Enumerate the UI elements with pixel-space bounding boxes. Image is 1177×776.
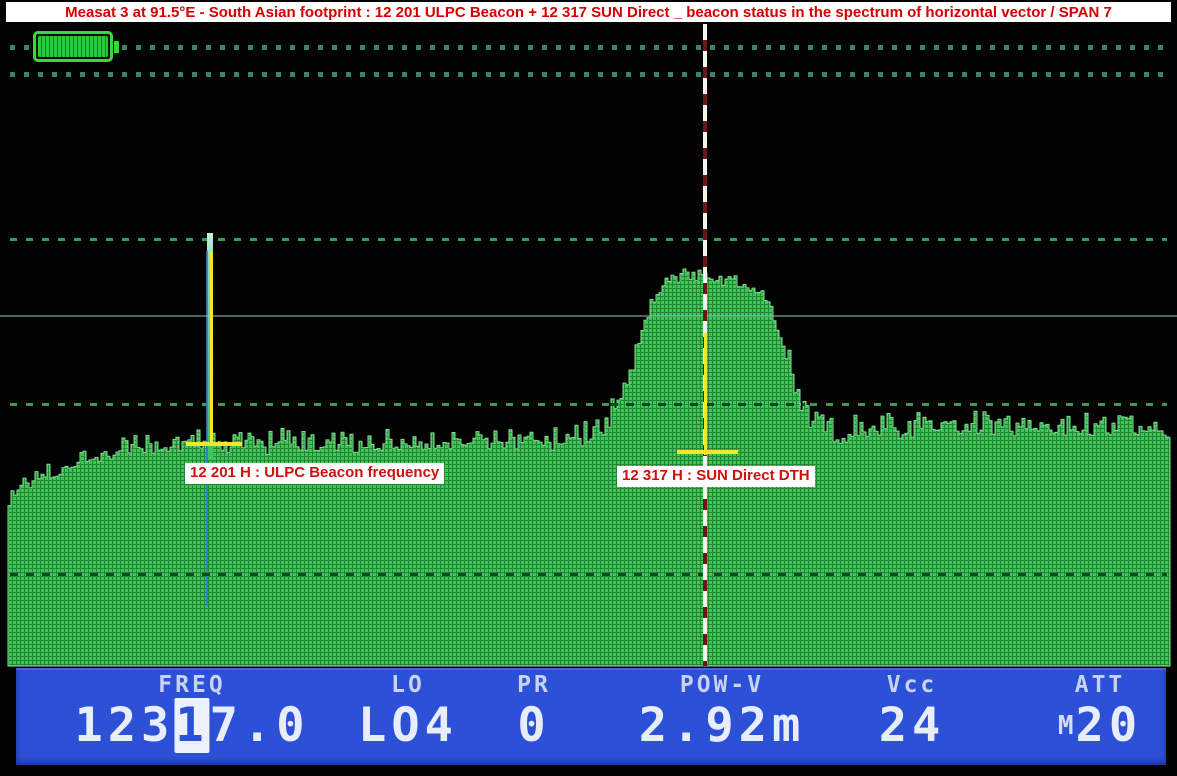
status-field-pow-v: POW-V 2.92m [639,673,805,752]
sundirect-annotation-label: 12 317 H : SUN Direct DTH [617,466,815,487]
marker-line-beacon[interactable] [210,252,213,446]
gridline-y573 [10,573,1167,576]
spectrum-area [8,269,1170,666]
status-field-label: POW-V [639,673,805,697]
status-value-vcc: 24 [879,700,946,752]
status-field-vcc: Vcc 24 [879,673,946,752]
status-value-pr: 0 [517,700,551,752]
status-value-lo: LO4 [358,700,458,752]
status-value-att: M20 [1058,700,1142,752]
spectrum-svg [0,0,1177,776]
beacon-annotation-text: 12 201 H : ULPC Beacon frequency [190,464,439,481]
reference-level-line [0,315,1177,317]
spectrum-analyzer-screen: Measat 3 at 91.5°E - South Asian footpri… [0,0,1177,776]
status-field-pr: PR 0 [517,673,551,752]
status-field-att: ATT M20 [1058,673,1142,752]
page-title: Measat 3 at 91.5°E - South Asian footpri… [65,4,1112,21]
gridline-hump-overlay [610,403,805,406]
status-field-label: FREQ [74,673,309,697]
status-field-label: ATT [1058,673,1142,697]
marker-bar-beacon [186,442,242,446]
status-value-pow-v: 2.92m [639,700,805,752]
status-value-freq[interactable]: 12317.0 [74,700,309,752]
sundirect-annotation-text: 12 317 H : SUN Direct DTH [622,467,810,484]
status-field-label: Vcc [879,673,946,697]
status-bar: FREQ 12317.0 LO LO4 PR 0 POW-V 2.92m Vcc… [16,668,1166,765]
title-bar: Measat 3 at 91.5°E - South Asian footpri… [6,2,1171,22]
marker-line-sundirect[interactable] [704,333,707,455]
marker-bar-sundirect [677,450,738,454]
status-field-freq: FREQ 12317.0 [74,673,309,752]
beacon-annotation-label: 12 201 H : ULPC Beacon frequency [185,463,444,484]
status-field-label: LO [358,673,458,697]
status-field-lo: LO LO4 [358,673,458,752]
status-field-label: PR [517,673,551,697]
